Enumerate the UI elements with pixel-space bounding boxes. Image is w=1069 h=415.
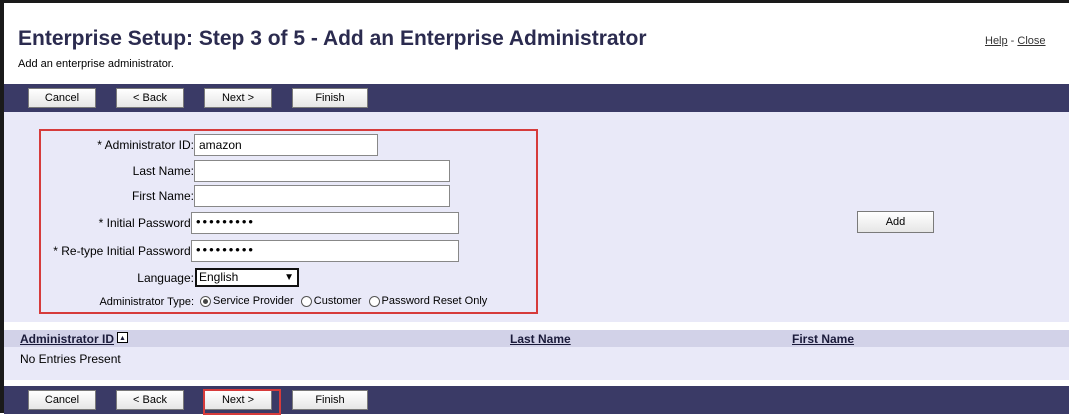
- column-header-admin-id-label: Administrator ID: [20, 332, 115, 346]
- toolbar-bottom: Cancel < Back Next > Finish: [4, 386, 1069, 415]
- top-links: Help - Close: [985, 35, 1046, 47]
- column-header-first-name[interactable]: First Name: [792, 332, 854, 346]
- close-link[interactable]: Close: [1017, 35, 1045, 47]
- next-button-highlight-box: [203, 389, 281, 415]
- back-button-bottom[interactable]: < Back: [116, 390, 184, 410]
- finish-button-bottom[interactable]: Finish: [292, 390, 368, 410]
- help-link[interactable]: Help: [985, 35, 1008, 47]
- sort-ascending-icon[interactable]: ▲: [117, 332, 129, 343]
- page-subtitle: Add an enterprise administrator.: [18, 58, 174, 70]
- link-separator: -: [1007, 35, 1018, 47]
- cancel-button-bottom[interactable]: Cancel: [28, 390, 96, 410]
- empty-table-message: No Entries Present: [20, 352, 121, 366]
- finish-button[interactable]: Finish: [292, 88, 368, 108]
- window-frame-top: [0, 0, 1069, 3]
- column-header-admin-id[interactable]: Administrator ID ▲: [20, 332, 129, 346]
- add-button[interactable]: Add: [857, 211, 934, 233]
- back-button[interactable]: < Back: [116, 88, 184, 108]
- form-highlight-box: [39, 129, 538, 314]
- page-title: Enterprise Setup: Step 3 of 5 - Add an E…: [18, 27, 647, 50]
- cancel-button[interactable]: Cancel: [28, 88, 96, 108]
- column-header-last-name[interactable]: Last Name: [510, 332, 571, 346]
- toolbar-top: Cancel < Back Next > Finish: [4, 84, 1069, 112]
- next-button[interactable]: Next >: [204, 88, 272, 108]
